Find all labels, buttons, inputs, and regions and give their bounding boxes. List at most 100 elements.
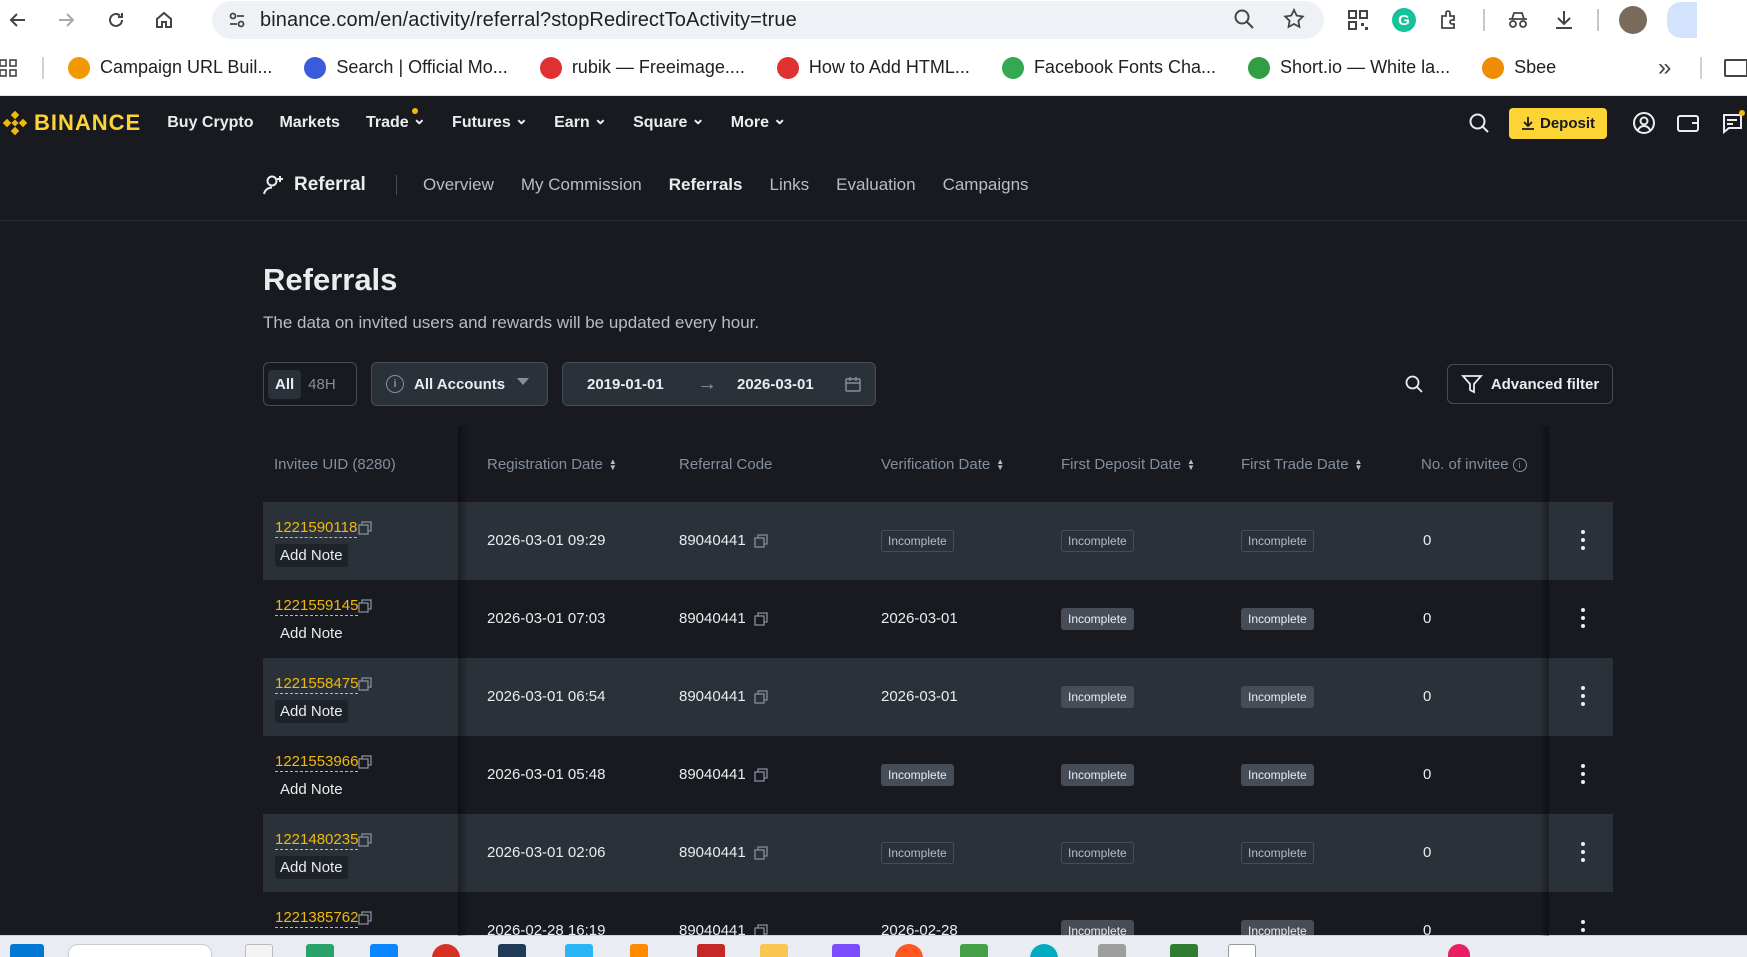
taskbar-app-icon[interactable] bbox=[960, 944, 988, 957]
bookmark-item[interactable]: Campaign URL Buil... bbox=[68, 56, 272, 79]
qr-code-icon[interactable] bbox=[1345, 7, 1371, 33]
copy-icon[interactable] bbox=[358, 599, 372, 613]
col-verification[interactable]: Verification Date ▲ ▼ bbox=[881, 456, 1004, 473]
bookmark-item[interactable]: Facebook Fonts Cha... bbox=[1001, 56, 1216, 79]
taskbar-app-icon[interactable] bbox=[832, 944, 860, 957]
windows-start-icon[interactable] bbox=[10, 944, 44, 957]
taskbar-app-icon[interactable] bbox=[306, 944, 334, 957]
advanced-filter-button[interactable]: Advanced filter bbox=[1447, 364, 1613, 404]
copy-icon[interactable] bbox=[754, 534, 768, 548]
col-first-trade[interactable]: First Trade Date ▲ ▼ bbox=[1241, 456, 1362, 473]
reload-icon[interactable] bbox=[98, 2, 134, 38]
back-icon[interactable] bbox=[0, 2, 36, 38]
date-to[interactable]: 2026-03-01 bbox=[737, 376, 814, 393]
zoom-icon[interactable] bbox=[1232, 7, 1256, 36]
copy-icon[interactable] bbox=[358, 755, 372, 769]
taskbar-app-icon[interactable] bbox=[1030, 944, 1058, 957]
more-actions-icon[interactable] bbox=[1580, 530, 1586, 550]
taskbar-app-icon[interactable] bbox=[498, 944, 526, 957]
copy-icon[interactable] bbox=[754, 612, 768, 626]
nav-item-buy-crypto[interactable]: Buy Crypto bbox=[167, 114, 253, 132]
segment-48h[interactable]: 48H bbox=[301, 370, 343, 399]
tab-referrals[interactable]: Referrals bbox=[669, 175, 743, 195]
taskbar-app-icon[interactable] bbox=[1098, 944, 1126, 957]
more-actions-icon[interactable] bbox=[1580, 608, 1586, 628]
invitee-uid-link[interactable]: 1221590118 bbox=[275, 518, 358, 538]
sort-icon[interactable]: ▲ ▼ bbox=[1355, 457, 1363, 471]
nav-item-markets[interactable]: Markets bbox=[279, 114, 339, 132]
copy-icon[interactable] bbox=[754, 846, 768, 860]
home-icon[interactable] bbox=[146, 2, 182, 38]
date-from[interactable]: 2019-01-01 bbox=[587, 376, 664, 393]
taskbar-search-icon[interactable] bbox=[68, 944, 212, 957]
copy-icon[interactable] bbox=[358, 677, 372, 691]
date-range-picker[interactable]: 2019-01-01 → 2026-03-01 bbox=[562, 362, 876, 406]
tab-links[interactable]: Links bbox=[769, 175, 809, 195]
account-select[interactable]: i All Accounts bbox=[371, 362, 548, 406]
taskbar-chrome-icon[interactable] bbox=[432, 944, 460, 957]
more-bookmarks-icon[interactable]: » bbox=[1658, 54, 1671, 82]
bookmark-item[interactable]: Short.io — White la... bbox=[1248, 56, 1450, 79]
url-text[interactable]: binance.com/en/activity/referral?stopRed… bbox=[260, 9, 797, 32]
add-note-button[interactable]: Add Note bbox=[275, 622, 348, 645]
copy-icon[interactable] bbox=[358, 833, 372, 847]
taskbar-app-icon[interactable] bbox=[1170, 944, 1198, 957]
add-note-button[interactable]: Add Note bbox=[275, 778, 348, 801]
add-note-button[interactable]: Add Note bbox=[275, 856, 348, 879]
deposit-button[interactable]: Deposit bbox=[1508, 107, 1607, 139]
taskbar-app-icon[interactable] bbox=[1448, 944, 1470, 957]
tab-evaluation[interactable]: Evaluation bbox=[836, 175, 915, 195]
taskbar-app-icon[interactable] bbox=[895, 944, 923, 957]
add-note-button[interactable]: Add Note bbox=[275, 544, 348, 567]
bookmark-item[interactable]: Search | Official Mo... bbox=[304, 56, 508, 79]
add-note-button[interactable]: Add Note bbox=[275, 700, 348, 723]
copy-icon[interactable] bbox=[754, 690, 768, 704]
apps-grid-icon[interactable] bbox=[0, 58, 20, 78]
nav-item-earn[interactable]: Earn ⌄ bbox=[554, 111, 607, 132]
copy-icon[interactable] bbox=[358, 521, 372, 535]
segment-all[interactable]: All bbox=[268, 369, 302, 399]
taskbar-app-icon[interactable] bbox=[1228, 944, 1256, 957]
calendar-icon[interactable] bbox=[845, 376, 861, 396]
address-bar[interactable]: binance.com/en/activity/referral?stopRed… bbox=[212, 1, 1324, 39]
taskbar-app-icon[interactable] bbox=[565, 944, 593, 957]
profile-button-icon[interactable] bbox=[1667, 2, 1697, 38]
taskbar-app-icon[interactable] bbox=[245, 944, 273, 957]
sort-icon[interactable]: ▲ ▼ bbox=[1187, 457, 1195, 471]
invitee-uid-link[interactable]: 1221553966 bbox=[275, 752, 359, 772]
search-icon[interactable] bbox=[1467, 111, 1491, 135]
invitee-uid-link[interactable]: 1221558475 bbox=[275, 674, 359, 694]
bookmark-star-icon[interactable] bbox=[1282, 7, 1306, 36]
invitee-uid-link[interactable]: 1221385762 bbox=[275, 908, 359, 928]
taskbar-app-icon[interactable] bbox=[697, 944, 725, 957]
col-registration[interactable]: Registration Date ▲ ▼ bbox=[487, 456, 617, 473]
incognito-icon[interactable] bbox=[1505, 7, 1531, 33]
referral-section-title[interactable]: Referral bbox=[262, 173, 366, 197]
bookmark-item[interactable]: rubik — Freeimage.... bbox=[539, 56, 745, 79]
invitee-uid-link[interactable]: 1221559145 bbox=[275, 596, 359, 616]
taskbar-app-icon[interactable] bbox=[370, 944, 398, 957]
nav-item-more[interactable]: More ⌄ bbox=[731, 111, 787, 132]
more-actions-icon[interactable] bbox=[1580, 920, 1586, 936]
bookmark-item[interactable]: How to Add HTML... bbox=[776, 56, 970, 79]
nav-item-futures[interactable]: Futures ⌄ bbox=[452, 111, 528, 132]
more-actions-icon[interactable] bbox=[1580, 686, 1586, 706]
messages-icon[interactable] bbox=[1719, 110, 1745, 136]
taskbar-folder-icon[interactable] bbox=[760, 944, 788, 957]
sort-icon[interactable]: ▲ ▼ bbox=[609, 457, 617, 471]
taskbar-app-icon[interactable] bbox=[630, 944, 648, 957]
info-icon[interactable]: i bbox=[1512, 457, 1527, 472]
folder-icon[interactable] bbox=[1724, 59, 1747, 77]
bookmark-item[interactable]: Sbee bbox=[1482, 56, 1556, 79]
tab-overview[interactable]: Overview bbox=[423, 175, 494, 195]
table-search-icon[interactable] bbox=[1404, 374, 1424, 399]
copy-icon[interactable] bbox=[754, 768, 768, 782]
invitee-uid-link[interactable]: 1221480235 bbox=[275, 830, 359, 850]
site-settings-icon[interactable] bbox=[222, 5, 252, 35]
more-actions-icon[interactable] bbox=[1580, 764, 1586, 784]
binance-logo[interactable]: BINANCE bbox=[2, 110, 141, 136]
user-account-icon[interactable] bbox=[1631, 110, 1657, 136]
col-first-deposit[interactable]: First Deposit Date ▲ ▼ bbox=[1061, 456, 1195, 473]
profile-avatar-icon[interactable] bbox=[1619, 6, 1647, 34]
tab-campaigns[interactable]: Campaigns bbox=[943, 175, 1029, 195]
